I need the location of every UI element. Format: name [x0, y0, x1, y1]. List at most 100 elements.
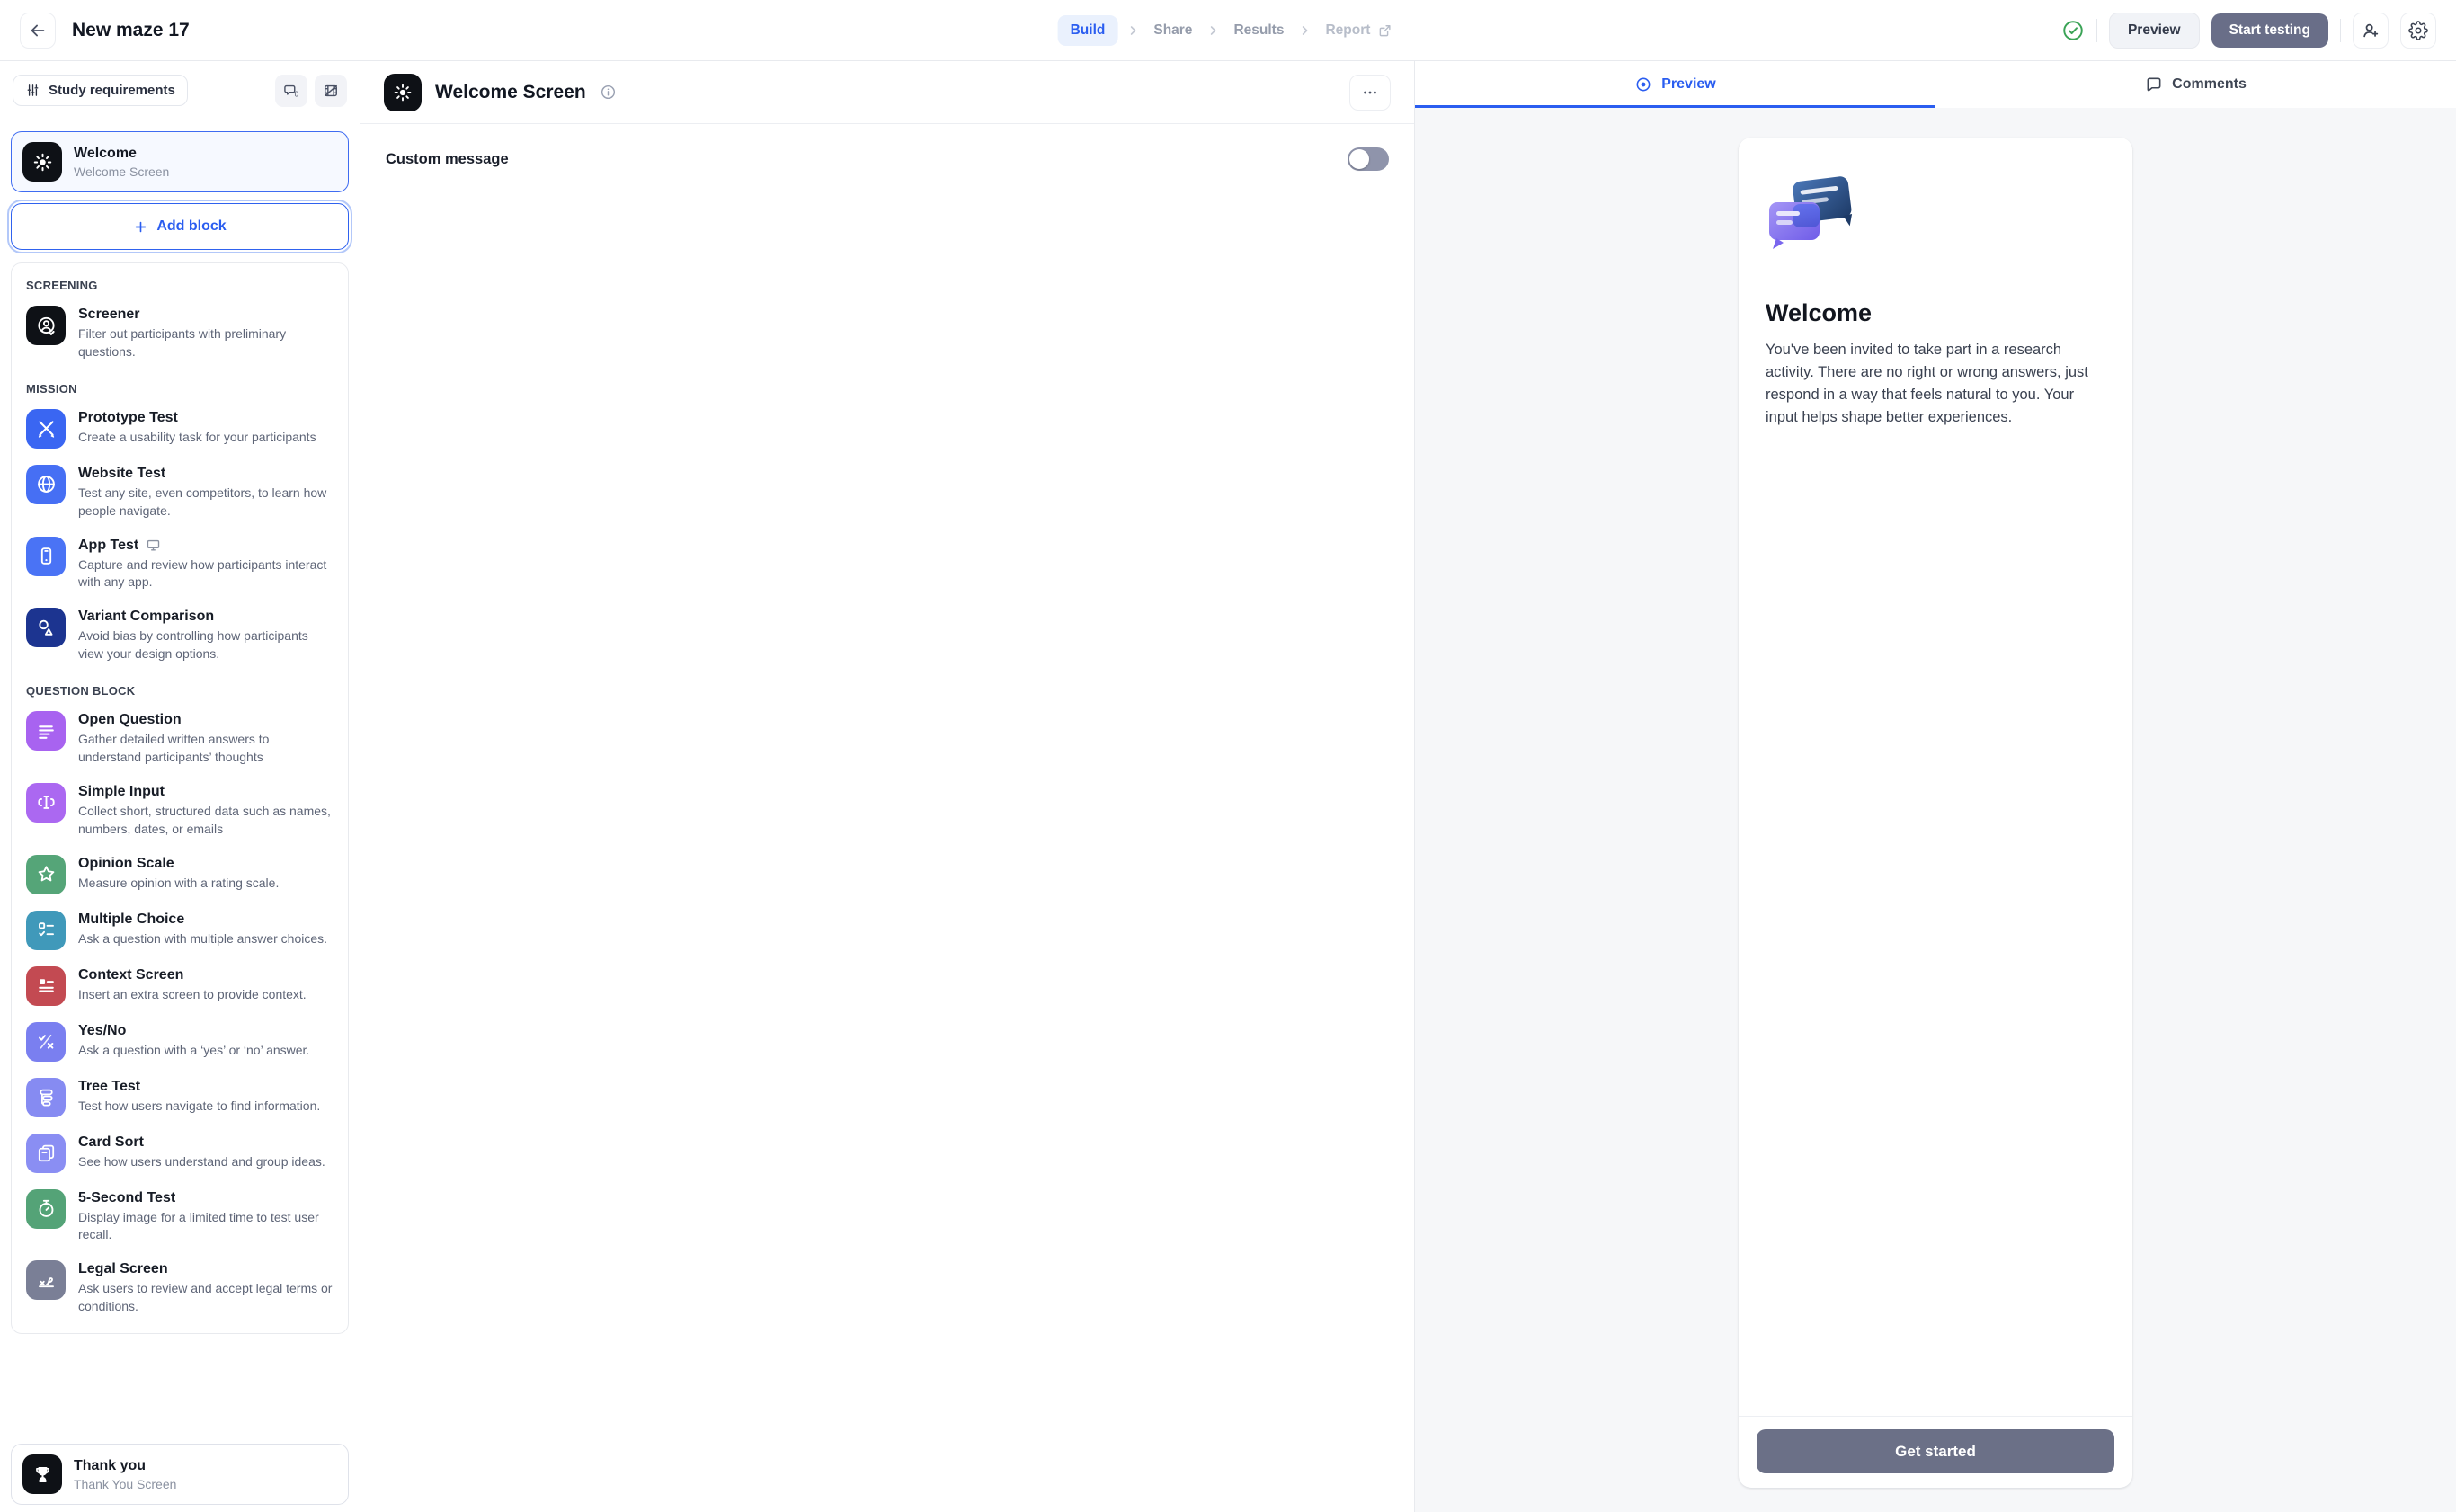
section-label-question-block: QUESTION BLOCK [26, 684, 136, 698]
block-item-desc: Ask a question with multiple answer choi… [78, 930, 328, 946]
block-item-simple-input[interactable]: Simple Input Collect short, structured d… [24, 775, 335, 847]
input-cursor-icon [26, 782, 66, 823]
get-started-button[interactable]: Get started [1757, 1429, 2114, 1473]
sidebar-scroll-area[interactable]: Welcome Welcome Screen Add block SCREENI… [0, 120, 360, 1435]
no-recording-button[interactable] [315, 74, 347, 107]
start-testing-button[interactable]: Start testing [2211, 13, 2328, 48]
block-options-button[interactable] [1349, 74, 1391, 111]
block-item-yes-no[interactable]: Yes/No Ask a question with a ‘yes’ or ‘n… [24, 1014, 335, 1070]
block-item-website-test[interactable]: Website Test Test any site, even competi… [24, 457, 335, 529]
toggle-knob [1349, 149, 1369, 169]
block-item-title: Open Question [78, 712, 182, 727]
article-icon [26, 965, 66, 1006]
block-item-five-second-test[interactable]: 5-Second Test Display image for a limite… [24, 1181, 335, 1253]
block-item-title: Variant Comparison [78, 609, 215, 625]
block-item-multiple-choice[interactable]: Multiple Choice Ask a question with mult… [24, 903, 335, 958]
welcome-block-title: Welcome [74, 145, 137, 161]
thank-you-block-card[interactable]: Thank you Thank You Screen [11, 1444, 349, 1505]
section-label-mission: MISSION [26, 381, 77, 396]
tab-comments[interactable]: Comments [1935, 61, 2456, 108]
sliders-icon [25, 83, 40, 98]
cards-icon [26, 1133, 66, 1173]
block-item-desc: Measure opinion with a rating scale. [78, 875, 280, 890]
block-item-title: Tree Test [78, 1078, 141, 1094]
block-item-title: App Test [78, 538, 334, 554]
sun-icon [384, 73, 422, 111]
block-item-title: Card Sort [78, 1134, 144, 1150]
breadcrumb-report[interactable]: Report [1320, 15, 1398, 46]
tab-preview[interactable]: Preview [1415, 61, 1935, 108]
chat-bubbles-illustration [1766, 173, 2105, 260]
thank-you-block-title: Thank you [74, 1457, 147, 1473]
preview-heading: Welcome [1766, 299, 1873, 326]
custom-message-label: Custom message [386, 150, 509, 167]
block-item-prototype-test[interactable]: Prototype Test Create a usability task f… [24, 401, 335, 457]
block-item-title: 5-Second Test [78, 1189, 176, 1205]
preview-panel: Preview Comments Welcome You've been inv… [1415, 61, 2456, 1512]
comment-zero-icon: 0 [282, 82, 300, 100]
breadcrumb-share[interactable]: Share [1148, 15, 1197, 46]
star-icon [26, 854, 66, 894]
back-button[interactable] [20, 12, 56, 49]
checklist-icon [26, 910, 66, 950]
block-item-desc: Test how users navigate to find informat… [78, 1098, 321, 1113]
study-requirements-button[interactable]: Study requirements [13, 75, 188, 106]
block-item-card-sort[interactable]: Card Sort See how users understand and g… [24, 1125, 335, 1181]
breadcrumb: Build Share Results Report [1057, 0, 1399, 60]
chevron-right-icon [1297, 23, 1312, 38]
check-cross-icon [26, 1021, 66, 1062]
block-item-legal-screen[interactable]: Legal Screen Ask users to review and acc… [24, 1252, 335, 1324]
welcome-block-card[interactable]: Welcome Welcome Screen [11, 131, 349, 192]
info-icon[interactable] [600, 84, 617, 101]
comments-count-button[interactable]: 0 [275, 74, 307, 107]
gear-icon [2408, 20, 2428, 40]
block-item-desc: Collect short, structured data such as n… [78, 803, 331, 836]
preview-body-text: You've been invited to take part in a re… [1766, 342, 2088, 426]
block-item-open-question[interactable]: Open Question Gather detailed written an… [24, 703, 335, 775]
block-item-desc: Display image for a limited time to test… [78, 1209, 319, 1242]
welcome-preview-card: Welcome You've been invited to take part… [1739, 138, 2132, 1488]
preview-card-footer: Get started [1739, 1416, 2132, 1488]
block-item-desc: Filter out participants with preliminary… [78, 326, 287, 359]
block-item-app-test[interactable]: App Test Capture and review how particip… [24, 529, 335, 600]
section-label-screening: SCREENING [26, 279, 98, 292]
trophy-icon [22, 1454, 62, 1494]
block-item-title: Simple Input [78, 783, 165, 799]
thank-you-wrap: Thank you Thank You Screen [0, 1435, 360, 1512]
block-item-context-screen[interactable]: Context Screen Insert an extra screen to… [24, 958, 335, 1014]
block-item-desc: Test any site, even competitors, to lear… [78, 485, 327, 518]
preview-tabs: Preview Comments [1415, 61, 2456, 108]
block-item-tree-test[interactable]: Tree Test Test how users navigate to fin… [24, 1070, 335, 1125]
invite-collaborator-button[interactable] [2353, 12, 2389, 49]
block-item-opinion-scale[interactable]: Opinion Scale Measure opinion with a rat… [24, 847, 335, 903]
block-library: SCREENING Screener Filter out participan… [11, 262, 349, 1334]
preview-button[interactable]: Preview [2108, 12, 2200, 49]
status-check-icon [2061, 19, 2085, 42]
block-item-desc: Ask a question with a ‘yes’ or ‘no’ answ… [78, 1042, 310, 1057]
tree-icon [26, 1077, 66, 1117]
custom-message-row: Custom message [360, 124, 1414, 194]
block-item-desc: Avoid bias by controlling how participan… [78, 628, 308, 662]
smartphone-icon [26, 536, 66, 576]
preview-body: Welcome You've been invited to take part… [1415, 108, 2456, 1512]
custom-message-toggle[interactable] [1348, 147, 1389, 171]
app-window: New maze 17 Build Share Results Report P… [0, 0, 2456, 1512]
block-item-title: Opinion Scale [78, 855, 174, 871]
block-item-desc: Ask users to review and accept legal ter… [78, 1281, 333, 1314]
block-item-variant-comparison[interactable]: Variant Comparison Avoid bias by control… [24, 600, 335, 672]
sun-icon [22, 142, 62, 182]
breadcrumb-results[interactable]: Results [1228, 15, 1289, 46]
signature-icon [26, 1260, 66, 1301]
block-item-screener[interactable]: Screener Filter out participants with pr… [24, 298, 335, 369]
block-item-title: Prototype Test [78, 409, 178, 425]
block-item-title: Screener [78, 307, 140, 322]
breadcrumb-build[interactable]: Build [1057, 14, 1118, 46]
settings-button[interactable] [2400, 12, 2436, 49]
block-item-title: Yes/No [78, 1022, 127, 1038]
stopwatch-icon [26, 1188, 66, 1229]
back-arrow-icon [28, 21, 48, 40]
blocks-sidebar: Study requirements 0 Welcome Welcome Scr… [0, 61, 360, 1512]
svg-text:0: 0 [295, 90, 299, 98]
add-block-button[interactable]: Add block [7, 200, 352, 253]
thank-you-block-subtitle: Thank You Screen [74, 1476, 177, 1491]
